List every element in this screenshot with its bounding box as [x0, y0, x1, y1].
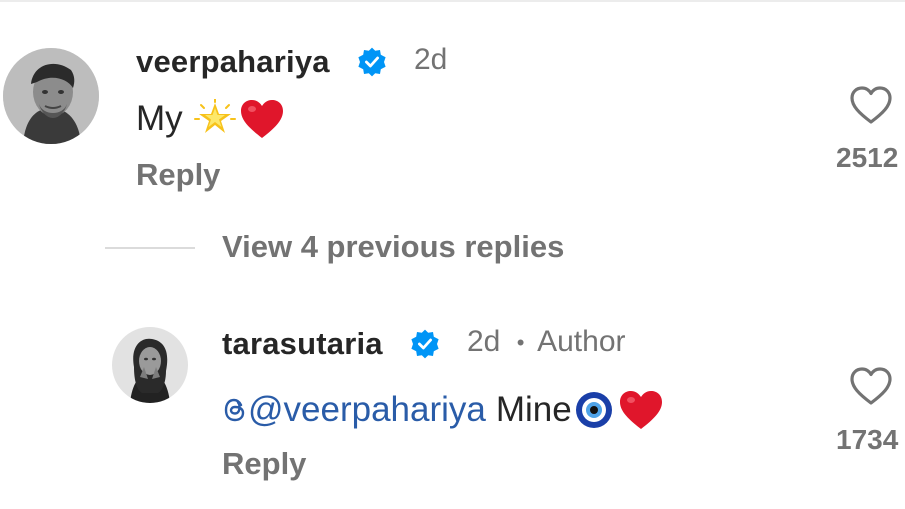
comment-username[interactable]: veerpahariya	[136, 44, 330, 80]
verified-badge-icon	[358, 47, 386, 77]
reply-button[interactable]: Reply	[136, 157, 220, 193]
heart-outline-icon[interactable]	[848, 365, 894, 407]
comment-text: My	[136, 99, 183, 138]
heart-outline-icon[interactable]	[848, 84, 894, 126]
red-heart-emoji	[240, 100, 283, 138]
reply-meta: 2d • Author	[467, 325, 626, 359]
threads-logo-icon	[224, 398, 245, 422]
replies-divider	[105, 247, 195, 249]
top-divider	[0, 0, 905, 2]
like-count: 2512	[836, 142, 899, 173]
reply-time: 2d	[467, 325, 501, 358]
nazar-amulet-emoji	[575, 392, 612, 428]
reply-body: @veerpahariya Mine	[222, 389, 664, 431]
comment-time: 2d	[414, 43, 448, 76]
verified-badge-icon	[411, 329, 439, 359]
reply-button[interactable]: Reply	[222, 446, 306, 482]
like-count: 1734	[836, 424, 899, 455]
comments-panel: veerpahariya 2d My Reply 2512 View 4 pre…	[0, 0, 905, 509]
reply-username[interactable]: tarasutaria	[222, 326, 383, 362]
comment-body: My	[136, 98, 285, 140]
glowing-star-emoji	[193, 99, 236, 133]
mention-link[interactable]: @veerpahariya	[248, 390, 486, 430]
meta-separator: •	[516, 330, 525, 356]
author-badge: Author	[537, 325, 626, 358]
avatar-tarasutaria[interactable]	[112, 327, 188, 403]
red-heart-emoji	[619, 391, 662, 429]
view-previous-replies-button[interactable]: View 4 previous replies	[222, 229, 564, 265]
reply-text: Mine	[495, 390, 572, 429]
avatar-veerpahariya[interactable]	[3, 48, 99, 144]
